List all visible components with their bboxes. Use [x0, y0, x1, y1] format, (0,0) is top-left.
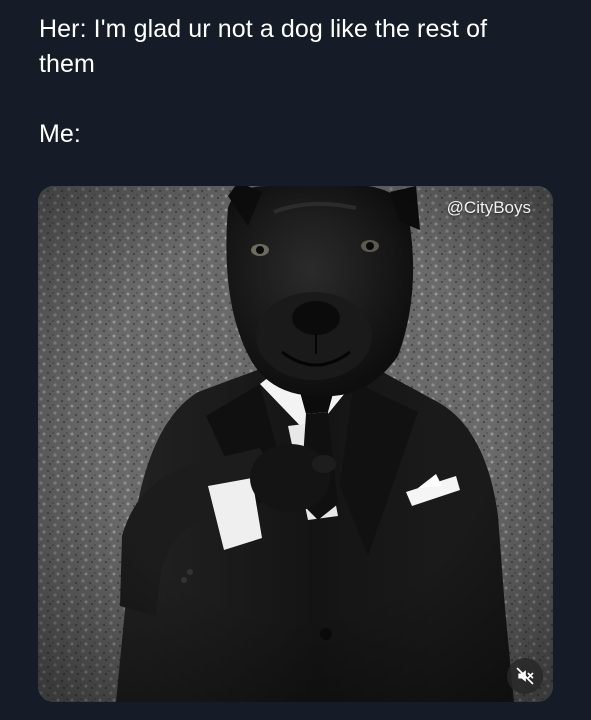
speaker-muted-icon: [516, 667, 534, 685]
tweet-view: Her: I'm glad ur not a dog like the rest…: [0, 0, 591, 720]
dog-in-suit-photo: [38, 186, 553, 702]
post-text-line-2: them: [39, 50, 95, 78]
post-text-line-1: Her: I'm glad ur not a dog like the rest…: [39, 15, 488, 43]
post-text: Her: I'm glad ur not a dog like the rest…: [39, 12, 559, 152]
media-video[interactable]: @CityBoys: [38, 186, 553, 702]
mute-toggle-button[interactable]: [507, 658, 543, 694]
post-text-line-3: Me:: [39, 120, 81, 148]
watermark-label: @CityBoys: [446, 198, 531, 217]
